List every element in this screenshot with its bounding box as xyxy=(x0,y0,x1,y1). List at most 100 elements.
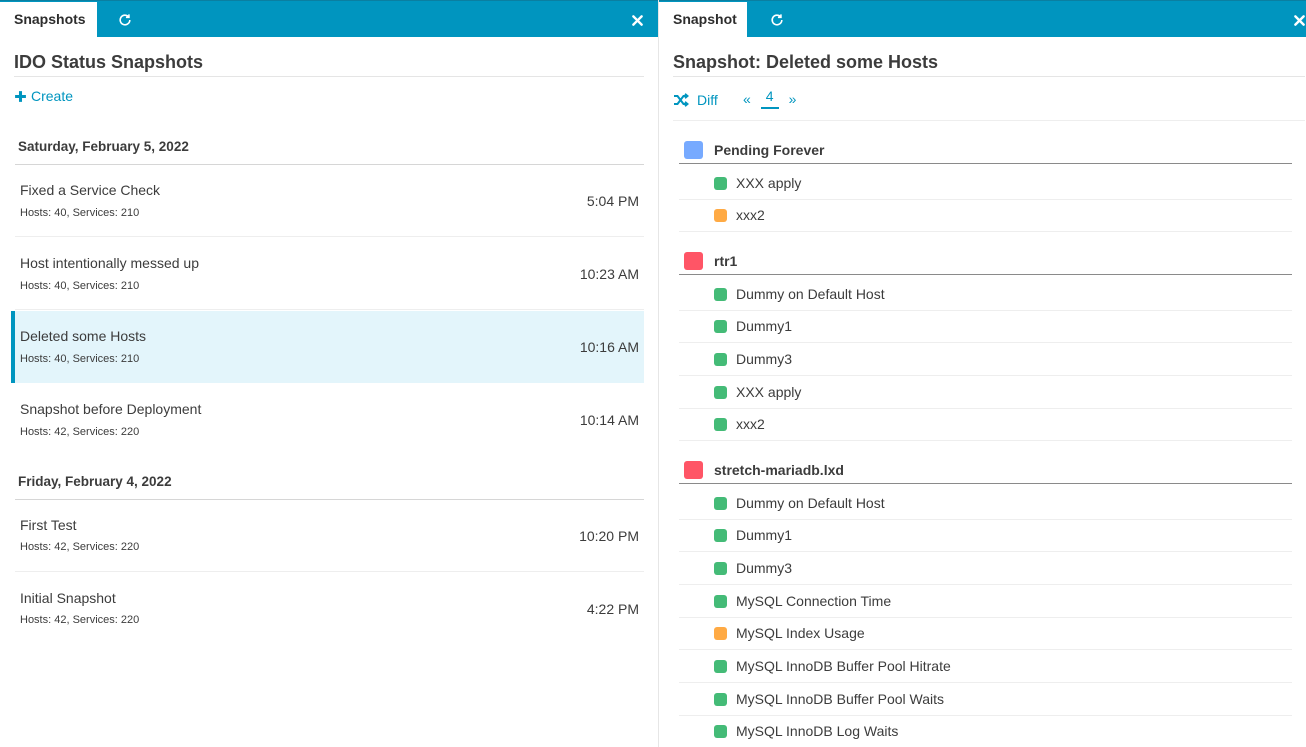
service-row[interactable]: MySQL InnoDB Log Waits xyxy=(679,715,1292,747)
plus-icon xyxy=(15,90,26,102)
snapshot-time: 5:04 PM xyxy=(586,193,639,209)
host-group-header[interactable]: stretch-mariadb.lxd xyxy=(679,459,1292,484)
service-row[interactable]: XXX apply xyxy=(679,167,1292,200)
service-state-swatch xyxy=(714,288,727,301)
service-row[interactable]: MySQL InnoDB Buffer Pool Hitrate xyxy=(679,650,1292,683)
service-state-swatch xyxy=(714,497,727,510)
service-name: MySQL InnoDB Buffer Pool Hitrate xyxy=(736,658,951,674)
service-name: xxx2 xyxy=(736,207,765,223)
service-name: MySQL InnoDB Log Waits xyxy=(736,723,899,739)
tab-snapshot[interactable]: Snapshot xyxy=(659,2,747,38)
create-button[interactable]: Create xyxy=(14,88,73,104)
service-name: Dummy on Default Host xyxy=(736,495,885,511)
day-header: Friday, February 4, 2022 xyxy=(18,474,172,489)
service-name: MySQL Connection Time xyxy=(736,593,892,609)
snapshot-time: 10:20 PM xyxy=(579,528,639,544)
toolbar-divider xyxy=(673,120,1305,121)
day-header: Saturday, February 5, 2022 xyxy=(18,139,189,154)
service-name: Dummy3 xyxy=(736,560,793,576)
host-state-swatch xyxy=(684,252,703,270)
service-row[interactable]: Dummy on Default Host xyxy=(679,487,1292,520)
prev-page-button[interactable]: « xyxy=(743,91,751,107)
service-name: MySQL Index Usage xyxy=(736,625,865,641)
snapshot-item[interactable]: Fixed a Service Check Hosts: 40, Service… xyxy=(15,165,644,237)
next-page-button[interactable]: » xyxy=(789,91,797,107)
snapshot-time: 4:22 PM xyxy=(586,601,639,617)
snapshot-name: First Test xyxy=(20,517,77,533)
service-name: Dummy3 xyxy=(736,351,793,367)
host-state-swatch xyxy=(684,141,703,159)
service-name: Dummy1 xyxy=(736,318,793,334)
service-name: XXX apply xyxy=(736,175,802,191)
service-row[interactable]: Dummy1 xyxy=(679,519,1292,552)
snapshot-toolbar: Diff « 4 » xyxy=(673,88,796,112)
service-state-swatch xyxy=(714,627,727,640)
page-title: Snapshot: Deleted some Hosts xyxy=(673,52,939,72)
left-tabbar: Snapshots xyxy=(0,0,658,38)
snapshot-detail-pane: Snapshot Snapshot: Deleted some Hosts Di… xyxy=(659,0,1306,747)
diff-label: Diff xyxy=(697,92,718,108)
service-row[interactable]: xxx2 xyxy=(679,199,1292,232)
service-row[interactable]: XXX apply xyxy=(679,376,1292,409)
close-icon[interactable] xyxy=(622,2,652,38)
create-label: Create xyxy=(31,88,74,104)
service-state-swatch xyxy=(714,693,727,706)
page-title: IDO Status Snapshots xyxy=(14,52,204,72)
service-state-swatch xyxy=(714,562,727,575)
snapshot-meta: Hosts: 40, Services: 210 xyxy=(20,280,140,292)
refresh-icon[interactable] xyxy=(107,2,143,38)
host-name: Pending Forever xyxy=(714,142,825,158)
snapshots-pane: Snapshots IDO Status Snapshots Create Sa… xyxy=(0,0,658,747)
snapshot-time: 10:14 AM xyxy=(579,412,639,428)
service-row[interactable]: Dummy3 xyxy=(679,552,1292,585)
service-row[interactable]: Dummy3 xyxy=(679,343,1292,376)
service-state-swatch xyxy=(714,177,727,190)
service-row[interactable]: MySQL Index Usage xyxy=(679,617,1292,650)
host-name: rtr1 xyxy=(714,253,738,269)
snapshot-meta: Hosts: 42, Services: 220 xyxy=(20,614,140,626)
service-state-swatch xyxy=(714,529,727,542)
snapshot-item[interactable]: Host intentionally messed up Hosts: 40, … xyxy=(15,238,644,310)
service-state-swatch xyxy=(714,418,727,431)
snapshot-name: Deleted some Hosts xyxy=(20,328,147,344)
service-state-swatch xyxy=(714,320,727,333)
diff-button[interactable]: Diff xyxy=(673,92,718,108)
host-state-swatch xyxy=(684,461,703,479)
snapshot-item-selected[interactable]: Deleted some Hosts Hosts: 40, Services: … xyxy=(11,311,644,383)
snapshot-meta: Hosts: 42, Services: 220 xyxy=(20,541,140,553)
snapshot-item[interactable]: Snapshot before Deployment Hosts: 42, Se… xyxy=(15,384,644,456)
service-name: Dummy on Default Host xyxy=(736,286,885,302)
service-state-swatch xyxy=(714,595,727,608)
service-name: Dummy1 xyxy=(736,527,793,543)
service-state-swatch xyxy=(714,353,727,366)
service-name: XXX apply xyxy=(736,384,802,400)
tab-snapshots[interactable]: Snapshots xyxy=(0,2,97,38)
shuffle-icon xyxy=(674,93,689,107)
close-icon[interactable] xyxy=(1284,2,1306,38)
host-group-header[interactable]: rtr1 xyxy=(679,250,1292,275)
service-name: xxx2 xyxy=(736,416,765,432)
snapshot-meta: Hosts: 40, Services: 210 xyxy=(20,353,140,365)
service-state-swatch xyxy=(714,386,727,399)
snapshot-item[interactable]: First Test Hosts: 42, Services: 220 10:2… xyxy=(15,500,644,572)
title-divider xyxy=(673,76,1305,77)
snapshot-item[interactable]: Initial Snapshot Hosts: 42, Services: 22… xyxy=(15,573,644,645)
service-row[interactable]: xxx2 xyxy=(679,408,1292,441)
current-page[interactable]: 4 xyxy=(760,88,779,109)
snapshot-name: Host intentionally messed up xyxy=(20,255,199,271)
snapshot-time: 10:16 AM xyxy=(579,339,639,355)
service-row[interactable]: MySQL Connection Time xyxy=(679,585,1292,618)
refresh-icon[interactable] xyxy=(759,2,795,38)
service-row[interactable]: Dummy on Default Host xyxy=(679,278,1292,311)
service-row[interactable]: Dummy1 xyxy=(679,310,1292,343)
service-name: MySQL InnoDB Buffer Pool Waits xyxy=(736,691,945,707)
pagination: « 4 » xyxy=(743,88,796,109)
host-group-header[interactable]: Pending Forever xyxy=(679,139,1292,164)
service-state-swatch xyxy=(714,660,727,673)
snapshot-name: Initial Snapshot xyxy=(20,590,116,606)
snapshot-name: Snapshot before Deployment xyxy=(20,401,202,417)
snapshot-time: 10:23 AM xyxy=(579,266,639,282)
service-state-swatch xyxy=(714,725,727,738)
service-row[interactable]: MySQL InnoDB Buffer Pool Waits xyxy=(679,683,1292,716)
right-tabbar: Snapshot xyxy=(659,0,1306,38)
